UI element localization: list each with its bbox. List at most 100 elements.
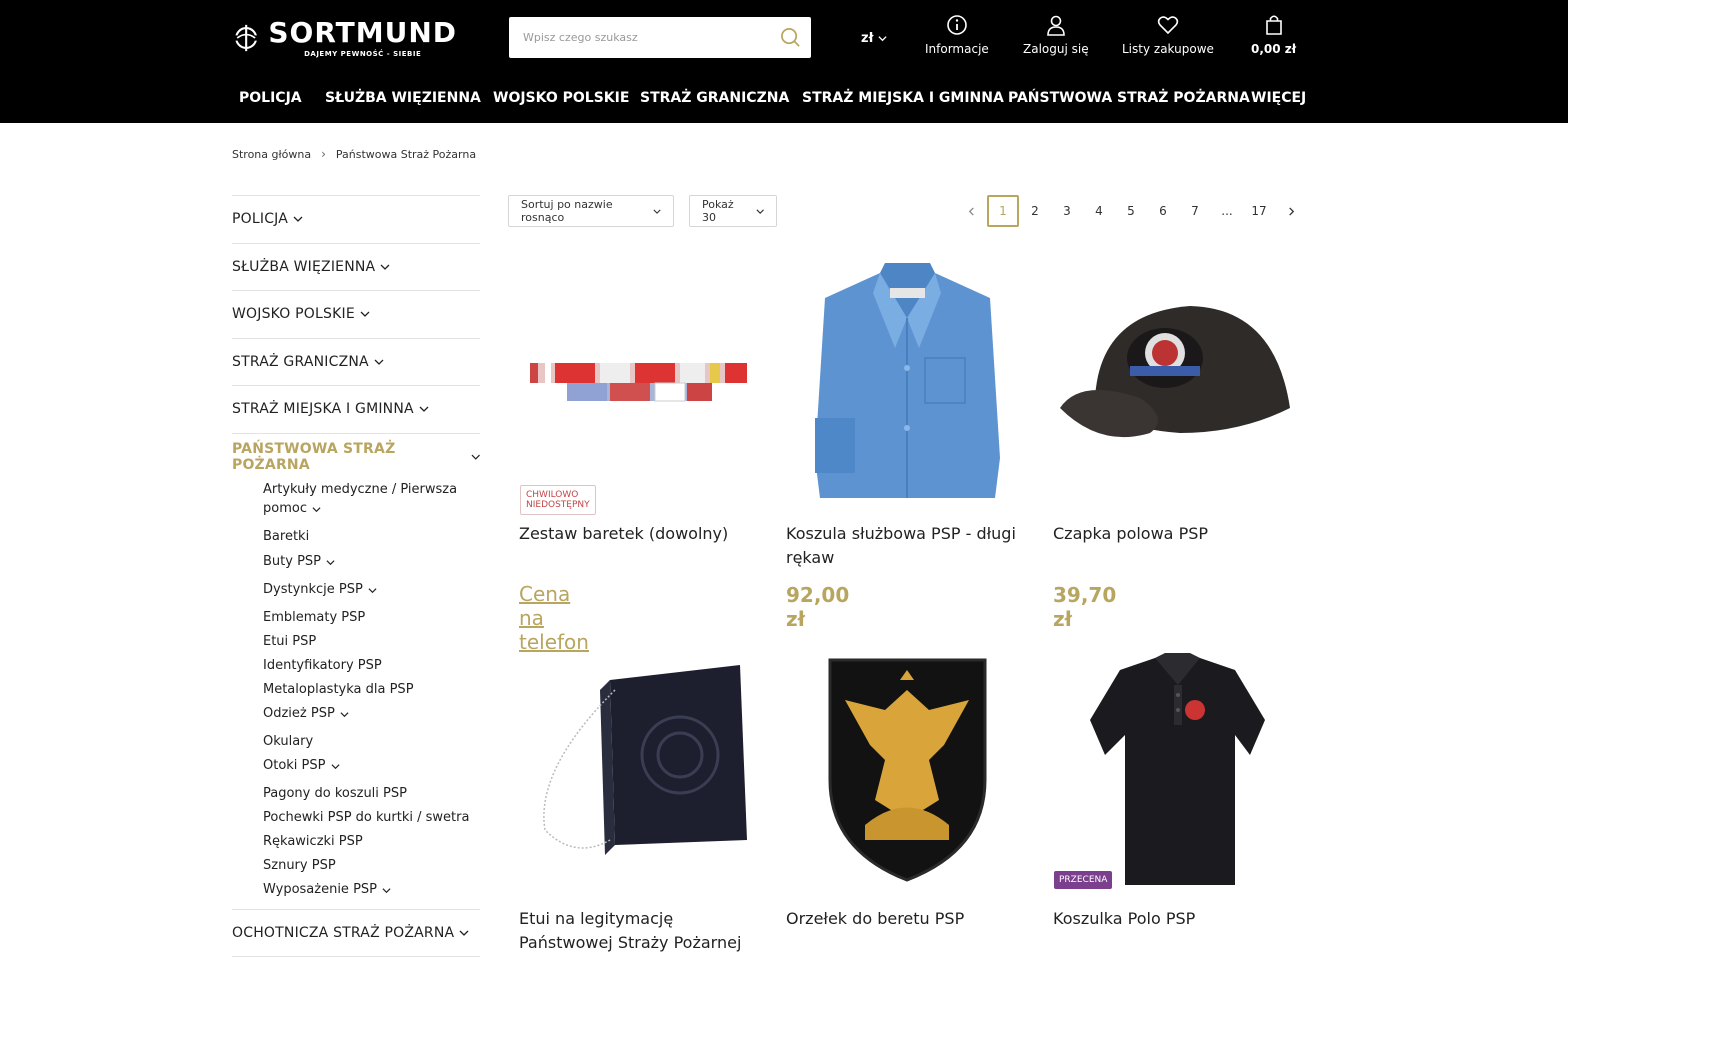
shopping-lists-link[interactable]: Listy zakupowe [1122,14,1214,56]
site-header: SORTMUND DAJEMY PEWNOŚĆ - SIEBIE zł Info… [0,0,1568,123]
search-input[interactable] [509,17,759,58]
bag-icon [1265,15,1282,35]
chevron-down-icon [360,311,370,318]
page-4[interactable]: 4 [1083,195,1115,227]
subcategory-item[interactable]: Rękawiczki PSP [263,832,480,851]
chevron-down-icon [368,588,377,594]
chevron-down-icon [459,930,469,936]
sidebar-item-label: WOJSKO POLSKIE [232,306,355,323]
product-image[interactable] [785,650,1030,895]
product-image[interactable] [515,650,760,895]
page-6[interactable]: 6 [1147,195,1179,227]
sortmund-logo-icon [232,24,261,52]
subcategory-item[interactable]: Otoki PSP [263,756,480,775]
login-label: Zaloguj się [1023,42,1089,56]
page-ellipsis: ... [1221,204,1233,218]
info-link[interactable]: Informacje [925,14,989,56]
sidebar-item-osp[interactable]: OCHOTNICZA STRAŻ POŻARNA [232,909,480,957]
subcategory-label: Rękawiczki PSP [263,834,363,849]
chevron-right-icon: › [321,147,326,161]
subcategory-label: pomoc [263,501,307,516]
pagination: 1 2 3 4 5 6 7 ... 17 [955,195,1307,227]
subcategory-item[interactable]: Baretki [263,527,480,546]
product-image[interactable] [1050,258,1295,503]
nav-item-straz-graniczna[interactable]: STRAŻ GRANICZNA [640,90,789,106]
subcategory-label: Metaloplastyka dla PSP [263,682,414,697]
logo[interactable]: SORTMUND DAJEMY PEWNOŚĆ - SIEBIE [232,10,457,66]
page-3[interactable]: 3 [1051,195,1083,227]
login-link[interactable]: Zaloguj się [1023,14,1089,56]
subcategory-label: Identyfikatory PSP [263,658,382,673]
nav-item-sluzba-wiezienna[interactable]: SŁUŻBA WIĘZIENNA [325,90,481,106]
chevron-down-icon [471,454,480,460]
chevron-down-icon [756,208,764,214]
subcategory-label: Etui PSP [263,634,317,649]
nav-item-policja[interactable]: POLICJA [239,90,302,106]
user-icon [1046,15,1065,36]
sidebar-item-wojsko-polskie[interactable]: WOJSKO POLSKIE [232,290,480,338]
prev-page-button[interactable] [955,195,987,227]
product-title[interactable]: Etui na legitymację Państwowej Straży Po… [519,907,769,955]
heart-icon [1157,16,1179,35]
breadcrumb-home[interactable]: Strona główna [232,148,311,161]
sort-select[interactable]: Sortuj po nazwie rosnąco [508,195,674,227]
subcategory-item[interactable]: Buty PSP [263,552,480,571]
subcategory-item[interactable]: Pochewki PSP do kurtki / swetra [263,808,480,827]
sidebar-item-straz-miejska[interactable]: STRAŻ MIEJSKA I GMINNA [232,385,480,433]
product-title[interactable]: Czapka polowa PSP [1053,522,1303,546]
sidebar-item-sluzba-wiezienna[interactable]: SŁUŻBA WIĘZIENNA [232,242,480,291]
product-title[interactable]: Zestaw baretek (dowolny) [519,522,769,546]
product-title[interactable]: Orzełek do beretu PSP [786,907,1036,931]
page-size-select[interactable]: Pokaż 30 [689,195,777,227]
chevron-down-icon [330,764,340,770]
sidebar-item-label: POLICJA [232,211,289,228]
sidebar-item-straz-graniczna[interactable]: STRAŻ GRANICZNA [232,337,480,386]
nav-item-psp[interactable]: PAŃSTWOWA STRAŻ POŻARNA [1008,90,1250,106]
info-icon [947,15,967,35]
page-1[interactable]: 1 [987,195,1019,227]
currency-label: zł [861,31,874,46]
page-17[interactable]: 17 [1243,195,1275,227]
subcategory-item[interactable]: Pagony do koszuli PSP [263,784,480,803]
search-icon[interactable] [780,27,801,48]
nav-item-wiecej[interactable]: WIĘCEJ [1251,90,1306,106]
subcategory-item[interactable]: Identyfikatory PSP [263,656,480,675]
product-price: 92,00 zł [786,583,850,631]
product-title[interactable]: Koszulka Polo PSP [1053,907,1303,931]
sidebar-item-policja[interactable]: POLICJA [232,195,480,243]
cart-link[interactable]: 0,00 zł [1251,14,1296,56]
next-page-button[interactable] [1275,195,1307,227]
nav-item-straz-miejska[interactable]: STRAŻ MIEJSKA I GMINNA [802,90,1004,106]
product-image[interactable] [515,258,760,503]
subcategory-label: Odzież PSP [263,706,335,721]
price-on-phone-link[interactable]: Cena na telefon [519,582,589,654]
product-image[interactable] [785,258,1030,503]
sidebar-item-label: OCHOTNICZA STRAŻ POŻARNA [232,924,455,941]
subcategory-item[interactable]: Odzież PSP [263,704,480,723]
subcategory-item[interactable]: Sznury PSP [263,856,480,875]
breadcrumb: Strona główna › Państwowa Straż Pożarna [232,147,476,161]
page-2[interactable]: 2 [1019,195,1051,227]
subcategory-item[interactable]: Artykuły medyczne / Pierwsza [263,480,480,499]
sidebar-item-psp[interactable]: PAŃSTWOWA STRAŻ POŻARNA [232,432,480,481]
currency-select[interactable]: zł [861,31,887,46]
subcategory-item[interactable]: pomoc [263,499,480,518]
subcategory-item[interactable]: Etui PSP [263,632,480,651]
subcategory-label: Okulary [263,734,314,749]
chevron-left-icon [968,206,974,216]
subcategory-item[interactable]: Wyposażenie PSP [263,880,480,899]
page-7[interactable]: 7 [1179,195,1211,227]
sidebar-item-label: STRAŻ MIEJSKA I GMINNA [232,401,414,418]
page-5[interactable]: 5 [1115,195,1147,227]
product-image[interactable] [1050,650,1295,895]
subcategory-label: Artykuły medyczne / Pierwsza [263,482,458,497]
chevron-down-icon [382,888,391,894]
chevron-right-icon [1288,206,1294,216]
subcategory-item[interactable]: Okulary [263,732,480,751]
product-title[interactable]: Koszula służbowa PSP - długi rękaw [786,522,1036,570]
subcategory-item[interactable]: Emblematy PSP [263,608,480,627]
chevron-down-icon [326,560,335,566]
nav-item-wojsko-polskie[interactable]: WOJSKO POLSKIE [493,90,629,106]
subcategory-item[interactable]: Dystynkcje PSP [263,580,480,599]
subcategory-item[interactable]: Metaloplastyka dla PSP [263,680,480,699]
